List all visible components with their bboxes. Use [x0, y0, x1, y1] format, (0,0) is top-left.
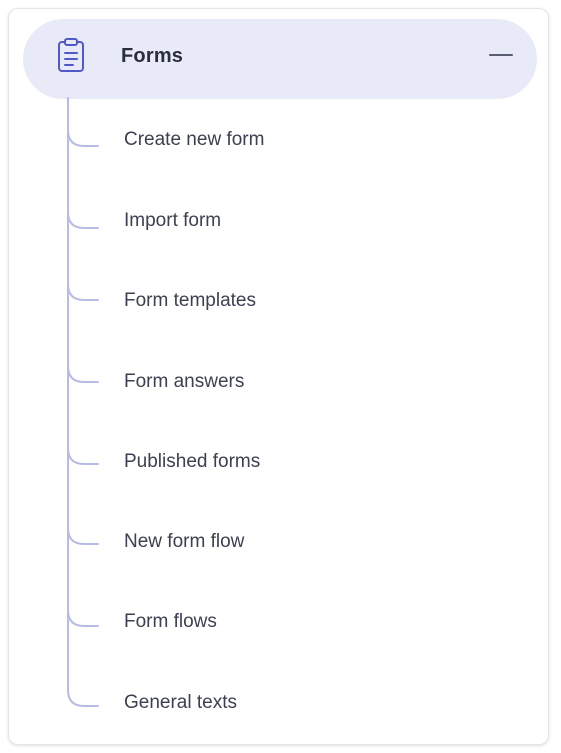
menu-item-create-new-form[interactable]: Create new form [116, 122, 272, 158]
clipboard-icon [58, 38, 84, 72]
minus-icon[interactable] [485, 39, 517, 71]
menu-item-form-flows[interactable]: Form flows [116, 604, 225, 640]
forms-menu-header[interactable]: Forms [23, 19, 537, 99]
menu-item-new-form-flow[interactable]: New form flow [116, 524, 252, 560]
menu-item-general-texts[interactable]: General texts [116, 685, 245, 721]
menu-item-import-form[interactable]: Import form [116, 203, 229, 239]
forms-menu-panel: Forms [8, 8, 549, 745]
forms-menu-title: Forms [121, 45, 184, 67]
menu-item-form-answers[interactable]: Form answers [116, 364, 252, 400]
menu-item-form-templates[interactable]: Form templates [116, 283, 264, 319]
menu-item-published-forms[interactable]: Published forms [116, 444, 268, 480]
